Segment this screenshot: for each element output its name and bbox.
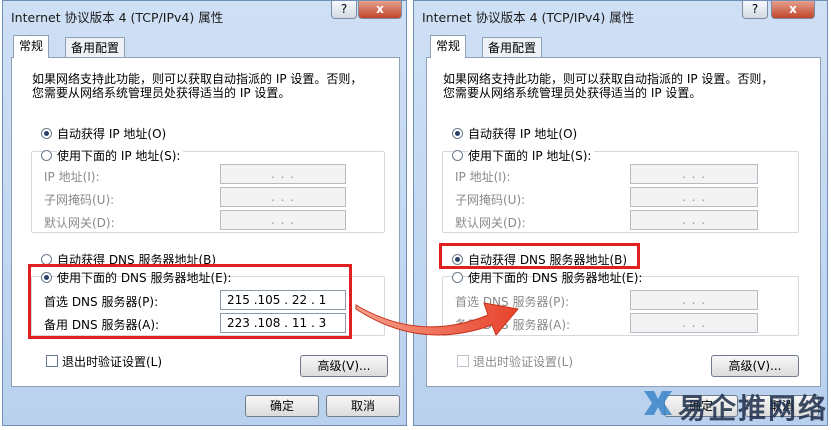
validate-on-exit-checkbox[interactable] <box>46 355 58 367</box>
help-button[interactable]: ? <box>742 1 768 19</box>
dialog-after: Internet 协议版本 4 (TCP/IPv4) 属性 ? x 常规 备用配… <box>413 0 828 426</box>
tab-alternate-config[interactable]: 备用配置 <box>482 37 543 57</box>
manual-dns-label: 使用下面的 DNS 服务器地址(E): <box>468 271 643 285</box>
help-button[interactable]: ? <box>331 1 357 19</box>
manual-ip-radio[interactable] <box>452 150 463 161</box>
alternate-dns-field[interactable]: . . . <box>630 313 758 333</box>
ip-address-label: IP 地址(I): <box>455 170 511 184</box>
close-button[interactable]: x <box>358 1 402 19</box>
manual-dns-highlight <box>28 264 352 339</box>
dialog-before: Internet 协议版本 4 (TCP/IPv4) 属性 ? x 常规 备用配… <box>2 0 407 426</box>
close-button[interactable]: x <box>771 1 815 19</box>
auto-ip-radio[interactable] <box>452 128 463 139</box>
ip-address-field[interactable]: . . . <box>630 164 758 184</box>
auto-dns-highlight <box>439 243 640 269</box>
subnet-mask-field[interactable]: . . . <box>630 187 758 207</box>
dialog-title: Internet 协议版本 4 (TCP/IPv4) 属性 <box>11 10 224 25</box>
preferred-dns-field[interactable]: . . . <box>630 290 758 310</box>
gateway-label: 默认网关(D): <box>455 216 526 230</box>
auto-ip-label: 自动获得 IP 地址(O) <box>468 127 578 141</box>
auto-ip-label: 自动获得 IP 地址(O) <box>57 127 167 141</box>
subnet-mask-label: 子网掩码(U): <box>44 193 115 207</box>
validate-on-exit-checkbox[interactable] <box>457 355 469 367</box>
advanced-button[interactable]: 高级(V)... <box>711 355 799 377</box>
ok-button[interactable]: 确定 <box>245 395 319 417</box>
description-line-2: 您需要从网络系统管理员处获得适当的 IP 设置。 <box>443 86 702 100</box>
logo-icon <box>644 391 672 415</box>
transition-arrow-icon <box>355 302 519 336</box>
gateway-label: 默认网关(D): <box>44 216 115 230</box>
subnet-mask-label: 子网掩码(U): <box>455 193 526 207</box>
gateway-field[interactable]: . . . <box>220 210 346 230</box>
description-line-2: 您需要从网络系统管理员处获得适当的 IP 设置。 <box>32 86 291 100</box>
validate-on-exit-label: 退出时验证设置(L) <box>62 355 163 369</box>
dialog-title: Internet 协议版本 4 (TCP/IPv4) 属性 <box>422 10 635 25</box>
watermark-text: 易企推网络 <box>678 392 829 425</box>
ip-address-label: IP 地址(I): <box>44 170 100 184</box>
watermark: 易企推网络 <box>640 383 828 427</box>
tab-alternate-config[interactable]: 备用配置 <box>65 37 126 57</box>
manual-ip-label: 使用下面的 IP 地址(S): <box>468 147 595 164</box>
manual-ip-radio[interactable] <box>41 150 52 161</box>
tab-general[interactable]: 常规 <box>430 35 467 58</box>
manual-ip-label: 使用下面的 IP 地址(S): <box>57 147 184 164</box>
advanced-button[interactable]: 高级(V)... <box>300 355 388 377</box>
validate-on-exit-label: 退出时验证设置(L) <box>473 355 574 369</box>
auto-ip-radio[interactable] <box>41 128 52 139</box>
ip-address-field[interactable]: . . . <box>220 164 346 184</box>
cancel-button[interactable]: 取消 <box>326 395 400 417</box>
manual-dns-radio[interactable] <box>452 272 463 283</box>
tab-general[interactable]: 常规 <box>13 35 50 58</box>
gateway-field[interactable]: . . . <box>630 210 758 230</box>
subnet-mask-field[interactable]: . . . <box>220 187 346 207</box>
